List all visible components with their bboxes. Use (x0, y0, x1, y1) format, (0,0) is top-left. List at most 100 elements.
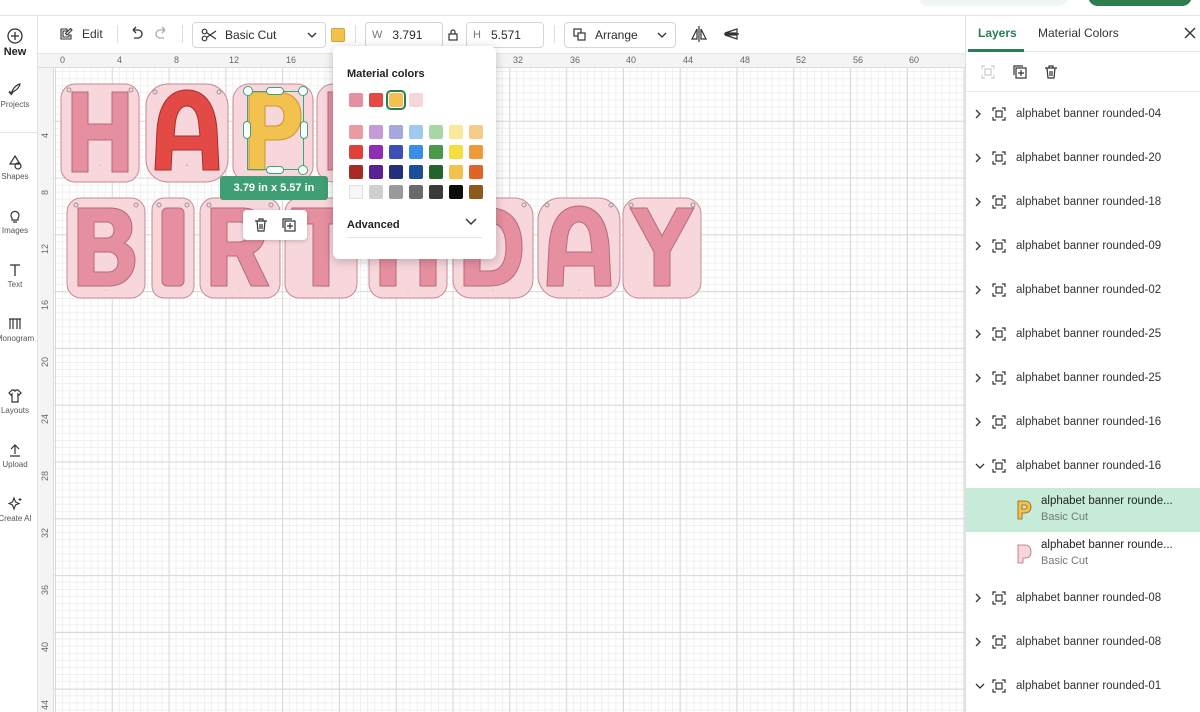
palette-swatch[interactable] (409, 165, 423, 179)
layer-row[interactable]: alphabet banner rounded-02 (966, 268, 1200, 312)
resize-handle[interactable] (298, 165, 308, 175)
layer-row[interactable]: alphabet banner rounded-08 (966, 576, 1200, 620)
letter-a-1[interactable]: A (145, 78, 229, 184)
chevron-down-icon[interactable] (975, 463, 985, 469)
chevron-right-icon[interactable] (975, 109, 981, 119)
letter-i[interactable]: I (151, 196, 195, 300)
sidebar-item-upload[interactable]: Upload (0, 442, 37, 469)
layer-row[interactable]: alphabet banner rounded-08 (966, 620, 1200, 664)
sidebar-item-images[interactable]: Images (0, 208, 37, 235)
height-field[interactable]: H 5.571 (466, 22, 544, 48)
chevron-right-icon[interactable] (975, 329, 981, 339)
recent-color-swatch[interactable] (409, 93, 423, 107)
resize-handle[interactable] (266, 166, 284, 174)
close-icon[interactable] (1184, 27, 1196, 39)
recent-color-swatch[interactable] (369, 93, 383, 107)
chevron-right-icon[interactable] (975, 197, 981, 207)
chevron-right-icon[interactable] (975, 373, 981, 383)
palette-swatch[interactable] (369, 145, 383, 159)
edit-button[interactable]: Edit (58, 24, 103, 44)
layer-row-expanded[interactable]: alphabet banner rounded-01 (966, 664, 1200, 708)
top-pill-secondary[interactable] (918, 0, 1068, 6)
duplicate-icon[interactable] (281, 217, 297, 233)
recent-color-swatch[interactable] (349, 93, 363, 107)
width-field[interactable]: W 3.791 (365, 22, 443, 48)
palette-swatch[interactable] (469, 145, 483, 159)
palette-swatch[interactable] (389, 145, 403, 159)
palette-swatch[interactable] (409, 145, 423, 159)
recent-color-swatch-selected[interactable] (386, 90, 406, 110)
chevron-down-icon[interactable] (975, 683, 985, 689)
layer-row-expanded[interactable]: alphabet banner rounded-16 (966, 444, 1200, 488)
undo-button[interactable] (128, 25, 144, 46)
tab-layers[interactable]: Layers (978, 26, 1017, 40)
layer-row[interactable]: alphabet banner rounded-25 (966, 312, 1200, 356)
chevron-right-icon[interactable] (975, 637, 981, 647)
layer-row[interactable]: alphabet banner rounded-25 (966, 356, 1200, 400)
layer-row[interactable]: alphabet banner rounded-16 (966, 400, 1200, 444)
sidebar-item-shapes[interactable]: Shapes (0, 154, 37, 181)
redo-button[interactable] (154, 25, 170, 46)
sidebar-item-new[interactable]: New (0, 28, 37, 58)
palette-swatch[interactable] (349, 165, 363, 179)
duplicate-icon[interactable] (1012, 64, 1028, 80)
palette-swatch[interactable] (349, 145, 363, 159)
palette-swatch[interactable] (389, 125, 403, 139)
palette-swatch[interactable] (389, 185, 403, 199)
material-color-swatch[interactable] (331, 28, 345, 42)
palette-swatch[interactable] (349, 125, 363, 139)
chevron-right-icon[interactable] (975, 241, 981, 251)
tab-material-colors[interactable]: Material Colors (1038, 26, 1119, 40)
layer-child-row[interactable]: alphabet banner rounde... Basic Cut (966, 532, 1200, 576)
palette-swatch[interactable] (369, 165, 383, 179)
chevron-down-icon[interactable] (465, 218, 477, 226)
palette-swatch[interactable] (429, 185, 443, 199)
palette-swatch[interactable] (449, 185, 463, 199)
arrange-select[interactable]: Arrange (564, 22, 676, 48)
resize-handle[interactable] (300, 121, 308, 139)
palette-swatch[interactable] (429, 125, 443, 139)
sidebar-item-text[interactable]: Text (0, 262, 37, 289)
resize-handle[interactable] (243, 86, 253, 96)
resize-handle[interactable] (298, 86, 308, 96)
sidebar-item-monogram[interactable]: Monogram (0, 316, 37, 343)
palette-swatch[interactable] (389, 165, 403, 179)
palette-swatch[interactable] (409, 125, 423, 139)
top-pill-primary[interactable] (1088, 0, 1192, 6)
trash-icon[interactable] (1044, 64, 1058, 80)
letter-h-1[interactable]: H (60, 78, 140, 184)
palette-swatch[interactable] (469, 125, 483, 139)
letter-b[interactable]: B (66, 196, 146, 300)
palette-swatch[interactable] (349, 185, 363, 199)
operation-select[interactable]: Basic Cut (192, 22, 326, 48)
group-icon[interactable] (980, 64, 996, 80)
palette-swatch[interactable] (429, 165, 443, 179)
chevron-right-icon[interactable] (975, 417, 981, 427)
flip-horizontal-button[interactable] (690, 25, 708, 48)
palette-swatch[interactable] (449, 125, 463, 139)
palette-swatch[interactable] (409, 185, 423, 199)
letter-y[interactable]: Y (622, 196, 702, 300)
layer-child-row-selected[interactable]: alphabet banner rounde... Basic Cut (966, 488, 1200, 532)
layer-row[interactable]: alphabet banner rounded-04 (966, 92, 1200, 136)
palette-swatch[interactable] (469, 165, 483, 179)
chevron-right-icon[interactable] (975, 153, 981, 163)
resize-handle[interactable] (266, 87, 284, 95)
palette-swatch[interactable] (369, 125, 383, 139)
palette-swatch[interactable] (369, 185, 383, 199)
lock-aspect-button[interactable] (448, 28, 458, 46)
layer-row[interactable]: alphabet banner rounded-09 (966, 224, 1200, 268)
flip-vertical-button[interactable] (722, 25, 740, 48)
chevron-right-icon[interactable] (975, 593, 981, 603)
design-canvas[interactable]: 0 4 8 12 16 20 24 28 32 36 40 44 48 52 5… (38, 54, 965, 712)
palette-swatch[interactable] (429, 145, 443, 159)
palette-swatch[interactable] (469, 185, 483, 199)
resize-handle[interactable] (243, 121, 251, 139)
layer-row[interactable]: alphabet banner rounded-20 (966, 136, 1200, 180)
letter-a-2[interactable]: A (537, 196, 621, 300)
palette-swatch[interactable] (449, 165, 463, 179)
palette-swatch[interactable] (449, 145, 463, 159)
sidebar-item-layouts[interactable]: Layouts (0, 388, 37, 415)
sidebar-item-create-ai[interactable]: Create AI (0, 496, 37, 523)
advanced-label[interactable]: Advanced (347, 219, 400, 231)
